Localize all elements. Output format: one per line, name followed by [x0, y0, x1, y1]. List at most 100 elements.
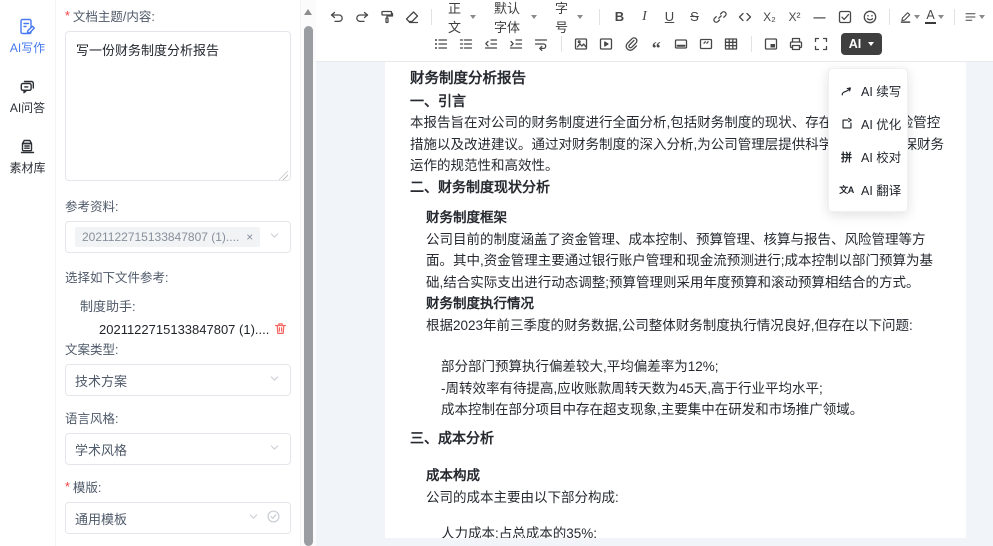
toolbar-row-1: 正文默认字体字号 B I US X₂ X²— A [324, 3, 987, 30]
editor-toolbar: 正文默认字体字号BIUSX₂X²—A “AI [316, 0, 993, 62]
video-icon[interactable] [594, 32, 619, 56]
outdent-icon[interactable] [479, 32, 504, 56]
toolbar-separator [889, 9, 890, 25]
blockquote-icon[interactable]: “ [644, 32, 669, 56]
remove-tag-icon[interactable]: × [246, 230, 253, 244]
font-color-icon[interactable]: A [922, 5, 947, 29]
font-size-select-label: 字号 [555, 0, 568, 36]
paragraph-style-select[interactable]: 正文 [439, 5, 485, 29]
ordered-list-icon[interactable] [454, 32, 479, 56]
required-marker: * [65, 480, 70, 494]
eraser-icon[interactable] [399, 5, 424, 29]
file-row: 2021122715133847807 (1).... [99, 321, 289, 337]
sidebar-item-素材库[interactable]: 素材库 [9, 136, 45, 176]
page-preview-icon[interactable] [759, 32, 784, 56]
paragraph-style-select-label: 正文 [448, 0, 461, 36]
menu-item-label: AI 翻译 [861, 180, 901, 199]
menu-item-label: AI 续写 [861, 81, 901, 100]
language-style-select[interactable]: 学术风格 [65, 433, 291, 465]
divider-block-icon[interactable] [669, 32, 694, 56]
print-icon[interactable] [784, 32, 809, 56]
ai-proofread-icon-glyph: 拼 [841, 149, 852, 165]
document-paragraph: 成本控制在部分项目中存在超支现象,主要集中在研发和市场推广领域。 [441, 399, 948, 421]
horizontal-rule-icon[interactable]: — [807, 5, 832, 29]
reference-select[interactable]: 2021122715133847807 (1).... × [65, 221, 291, 253]
indent-icon[interactable] [504, 32, 529, 56]
undo-icon[interactable] [324, 5, 349, 29]
line-break-icon[interactable] [529, 32, 554, 56]
emoji-icon[interactable] [857, 5, 882, 29]
required-marker: * [65, 9, 70, 23]
ai-button-label: AI [849, 37, 862, 51]
font-family-select-label: 默认字体 [494, 0, 522, 36]
check-circle-icon[interactable] [266, 509, 281, 527]
paragraph-spacer [410, 421, 948, 428]
toolbar-separator [599, 9, 600, 25]
format-painter-icon[interactable] [374, 5, 399, 29]
panel-scrollbar[interactable] [300, 0, 316, 546]
attachment-icon[interactable] [619, 32, 644, 56]
link-icon[interactable] [707, 5, 732, 29]
menu-item-AI 续写[interactable]: AI 续写 [829, 74, 907, 107]
template-select[interactable]: 通用模板 [65, 502, 291, 534]
inline-code-icon[interactable] [732, 5, 757, 29]
subscript-icon-glyph: X₂ [763, 10, 776, 24]
copy-type-select[interactable]: 技术方案 [65, 364, 291, 396]
scrollbar-thumb[interactable] [304, 26, 313, 546]
delete-file-icon[interactable] [273, 321, 289, 337]
files-label: 选择如下文件参考: [65, 267, 291, 286]
ai-qa-icon [18, 76, 38, 96]
document-paragraph: 部分部门预算执行偏差较大,平均偏差率为12%; [441, 356, 948, 378]
font-size-select[interactable]: 字号 [546, 5, 592, 29]
template-label: * 模版: [65, 477, 291, 496]
paragraph-spacer [410, 449, 948, 465]
ai-translate-icon: 文A [839, 182, 854, 197]
menu-item-AI 翻译[interactable]: 文A AI 翻译 [829, 173, 907, 206]
table-icon[interactable] [719, 32, 744, 56]
strikethrough-icon[interactable]: S [682, 5, 707, 29]
task-checkbox-icon[interactable] [832, 5, 857, 29]
toolbar-row-2: “ AI [324, 30, 987, 57]
reference-label: 参考资料: [65, 196, 291, 215]
fullscreen-icon[interactable] [809, 32, 834, 56]
redo-icon[interactable] [349, 5, 374, 29]
bold-icon[interactable]: B [607, 5, 632, 29]
underline-icon-glyph: U [665, 9, 674, 24]
ai-proofread-icon: 拼 [839, 149, 854, 164]
toolbar-separator [954, 9, 955, 25]
highlight-color-icon[interactable] [897, 5, 922, 29]
ai-menu-button[interactable]: AI [841, 33, 883, 55]
underline-icon[interactable]: U [657, 5, 682, 29]
subscript-icon[interactable]: X₂ [757, 5, 782, 29]
menu-item-AI 校对[interactable]: 拼AI 校对 [829, 140, 907, 173]
font-family-select[interactable]: 默认字体 [485, 5, 546, 29]
sidebar-item-label: AI问答 [10, 99, 45, 116]
files-group-label: 制度助手: [80, 296, 291, 315]
topic-input[interactable]: 写一份财务制度分析报告 [65, 31, 291, 181]
ai-dropdown-menu: AI 续写 AI 优化拼AI 校对文A AI 翻译 [828, 68, 908, 212]
italic-icon[interactable]: I [632, 5, 657, 29]
ai-write-icon [18, 16, 38, 36]
chevron-down-icon [979, 15, 985, 19]
ai-writing-app: AI写作 AI问答素材库 * 文档主题/内容: 写一份财务制度分析报告 参考资料:… [0, 0, 993, 546]
superscript-icon[interactable]: X² [782, 5, 807, 29]
scroll-up-arrow-icon[interactable] [304, 9, 312, 15]
bold-icon-glyph: B [615, 9, 624, 24]
document-paragraph: 人力成本:占总成本的35%; [441, 523, 948, 538]
code-block-icon[interactable] [694, 32, 719, 56]
style-label: 语言风格: [65, 408, 291, 427]
toolbar-separator [431, 9, 432, 25]
document-paragraph: 公司目前的制度涵盖了资金管理、成本控制、预算管理、核算与报告、风险管理等方面。其… [426, 229, 948, 294]
italic-icon-glyph: I [642, 9, 647, 25]
type-label: 文案类型: [65, 339, 291, 358]
bullet-list-icon[interactable] [429, 32, 454, 56]
sidebar-item-AI问答[interactable]: AI问答 [10, 76, 45, 116]
align-icon[interactable] [962, 5, 987, 29]
menu-item-AI 优化[interactable]: AI 优化 [829, 107, 907, 140]
image-icon[interactable] [569, 32, 594, 56]
form-panel: * 文档主题/内容: 写一份财务制度分析报告 参考资料: 20211227151… [56, 0, 300, 546]
library-icon [17, 136, 37, 156]
document-paragraph: 公司的成本主要由以下部分构成: [426, 487, 948, 509]
sidebar-item-AI写作[interactable]: AI写作 [10, 16, 45, 56]
resize-handle-icon[interactable] [279, 171, 288, 180]
